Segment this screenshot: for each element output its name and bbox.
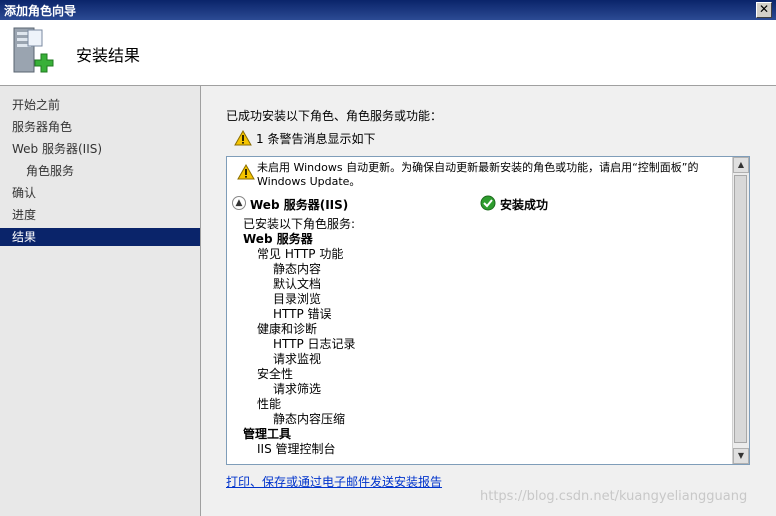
window-title: 添加角色向导 bbox=[4, 4, 77, 18]
sidebar-item-label: 服务器角色 bbox=[12, 120, 73, 134]
section-status: 安装成功 bbox=[500, 198, 549, 212]
tree-item: HTTP 错误 bbox=[273, 307, 332, 321]
tree-item: 默认文档 bbox=[273, 277, 322, 291]
sidebar-item-label: 确认 bbox=[12, 186, 37, 200]
warning-count-text: 1 条警告消息显示如下 bbox=[256, 132, 376, 146]
section-header: ▲ Web 服务器(IIS) 安装成功 bbox=[232, 195, 727, 213]
results-box: 未启用 Windows 自动更新。为确保自动更新最新安装的角色或功能，请启用“控… bbox=[226, 156, 750, 465]
server-add-icon bbox=[13, 27, 54, 73]
tree-item: 静态内容 bbox=[273, 262, 322, 276]
title-bar: 添加角色向导 ✕ bbox=[0, 0, 776, 20]
sidebar-item-server-roles[interactable]: 服务器角色 bbox=[0, 118, 200, 136]
section-name: Web 服务器(IIS) bbox=[250, 198, 349, 212]
sidebar-item-label: Web 服务器(IIS) bbox=[12, 142, 103, 156]
summary-text: 已成功安装以下角色、角色服务或功能： bbox=[226, 109, 443, 123]
tree-item: 静态内容压缩 bbox=[273, 412, 346, 426]
warning-icon bbox=[237, 164, 255, 180]
scroll-down-button[interactable]: ▼ bbox=[733, 448, 749, 464]
tree-item: 请求筛选 bbox=[273, 382, 322, 396]
watermark: https://blog.csdn.net/kuangyeliangguang bbox=[480, 489, 748, 504]
close-button[interactable]: ✕ bbox=[756, 2, 772, 18]
sidebar-item-progress[interactable]: 进度 bbox=[0, 206, 200, 224]
sidebar-item-before-you-begin[interactable]: 开始之前 bbox=[0, 96, 200, 114]
tree-item: IIS 管理控制台 bbox=[257, 442, 336, 456]
scroll-thumb[interactable] bbox=[734, 175, 747, 443]
tree-item: HTTP 日志记录 bbox=[273, 337, 356, 351]
tree-item: 管理工具 bbox=[243, 427, 292, 441]
tree-item: 目录浏览 bbox=[273, 292, 322, 306]
sidebar-item-label: 角色服务 bbox=[26, 164, 75, 178]
vertical-scrollbar[interactable]: ▲ ▼ bbox=[732, 157, 749, 464]
scroll-up-button[interactable]: ▲ bbox=[733, 157, 749, 173]
tree-item: 已安装以下角色服务: bbox=[243, 217, 356, 231]
sidebar-item-label: 结果 bbox=[12, 230, 37, 244]
sidebar-item-results[interactable]: 结果 bbox=[0, 228, 200, 246]
sidebar-item-label: 开始之前 bbox=[12, 98, 61, 112]
wizard-header: 安装结果 bbox=[0, 20, 776, 86]
tree-item: Web 服务器 bbox=[243, 232, 313, 246]
sidebar-item-confirmation[interactable]: 确认 bbox=[0, 184, 200, 202]
sidebar-item-role-services[interactable]: 角色服务 bbox=[0, 162, 200, 180]
wizard-sidebar: 开始之前 服务器角色 Web 服务器(IIS) 角色服务 确认 进度 结果 bbox=[0, 86, 201, 516]
tree-item: 健康和诊断 bbox=[257, 322, 318, 336]
windows-update-warning: 未启用 Windows 自动更新。为确保自动更新最新安装的角色或功能，请启用“控… bbox=[257, 161, 699, 188]
tree-item: 常见 HTTP 功能 bbox=[257, 247, 344, 261]
tree-item: 性能 bbox=[257, 397, 282, 411]
page-title: 安装结果 bbox=[76, 46, 141, 65]
sidebar-item-label: 进度 bbox=[12, 208, 37, 222]
collapse-icon[interactable]: ▲ bbox=[232, 196, 246, 210]
warning-icon bbox=[234, 130, 252, 146]
sidebar-item-web-server[interactable]: Web 服务器(IIS) bbox=[0, 140, 200, 158]
tree-item: 安全性 bbox=[257, 367, 294, 381]
tree-item: 请求监视 bbox=[273, 352, 322, 366]
report-link[interactable]: 打印、保存或通过电子邮件发送安装报告 bbox=[226, 473, 442, 490]
success-check-icon bbox=[480, 195, 496, 211]
